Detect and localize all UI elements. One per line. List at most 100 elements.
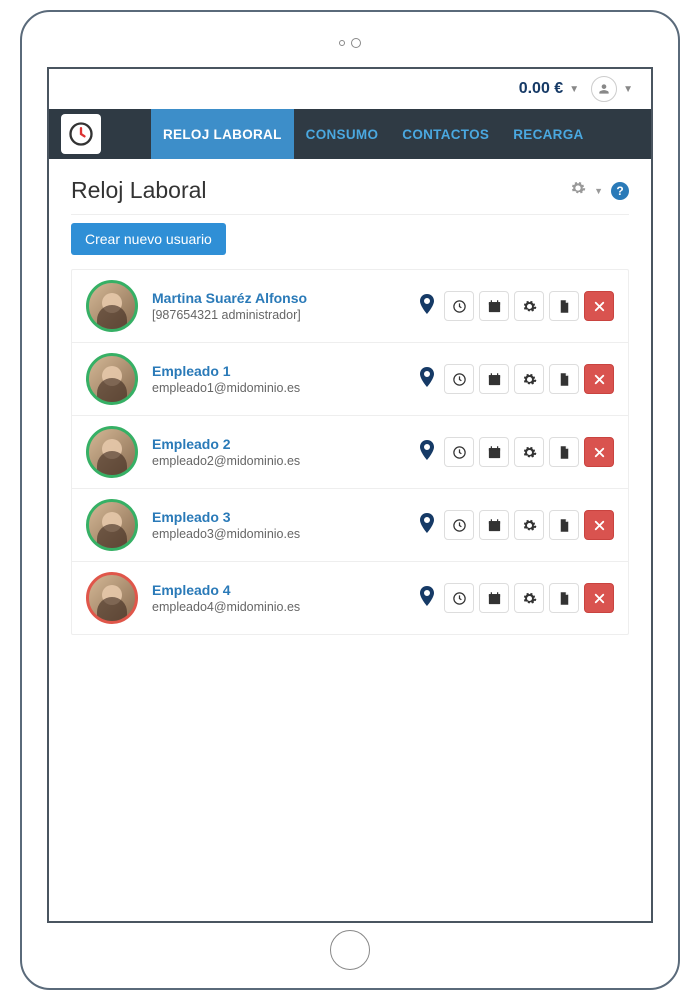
location-button[interactable] [415,363,439,396]
delete-button[interactable] [584,291,614,321]
tablet-camera [339,38,361,48]
clock-icon [452,299,467,314]
gear-icon [522,372,537,387]
gear-icon [522,445,537,460]
settings-button[interactable] [514,437,544,467]
row-actions [415,363,614,396]
user-row: Empleado 2 empleado2@midominio.es [72,416,628,489]
calendar-button[interactable] [479,364,509,394]
clock-logo-icon [67,120,95,148]
page-settings-button[interactable] [570,180,586,201]
avatar[interactable] [86,572,138,624]
document-icon [557,518,572,533]
user-caret-icon[interactable]: ▼ [623,84,633,95]
location-button[interactable] [415,582,439,615]
delete-button[interactable] [584,364,614,394]
tablet-frame: 0.00 € ▼ ▼ RELOJ LABORAL CONSUMO CONTACT… [20,10,680,990]
user-icon [597,82,611,96]
document-button[interactable] [549,583,579,613]
user-sub: empleado3@midominio.es [152,527,401,541]
user-row: Empleado 1 empleado1@midominio.es [72,343,628,416]
user-info: Empleado 4 empleado4@midominio.es [152,582,401,614]
location-pin-icon [415,582,439,610]
settings-button[interactable] [514,364,544,394]
user-name[interactable]: Empleado 3 [152,509,401,525]
avatar[interactable] [86,426,138,478]
clock-icon [452,518,467,533]
tablet-home-button[interactable] [330,930,370,970]
user-name[interactable]: Martina Suaréz Alfonso [152,290,401,306]
settings-button[interactable] [514,510,544,540]
user-name[interactable]: Empleado 4 [152,582,401,598]
delete-button[interactable] [584,510,614,540]
location-button[interactable] [415,290,439,323]
user-name[interactable]: Empleado 2 [152,436,401,452]
row-actions [415,582,614,615]
user-list: Martina Suaréz Alfonso [987654321 admini… [71,269,629,635]
document-button[interactable] [549,437,579,467]
user-row: Empleado 3 empleado3@midominio.es [72,489,628,562]
row-actions [415,290,614,323]
settings-caret-icon[interactable]: ▼ [594,186,603,196]
close-icon [592,445,607,460]
history-button[interactable] [444,437,474,467]
calendar-icon [487,299,502,314]
row-actions [415,436,614,469]
gear-icon [522,518,537,533]
avatar[interactable] [86,280,138,332]
delete-button[interactable] [584,583,614,613]
document-button[interactable] [549,364,579,394]
clock-icon [452,372,467,387]
avatar[interactable] [86,353,138,405]
calendar-button[interactable] [479,510,509,540]
user-name[interactable]: Empleado 1 [152,363,401,379]
location-pin-icon [415,436,439,464]
location-button[interactable] [415,509,439,542]
document-button[interactable] [549,291,579,321]
location-pin-icon [415,290,439,318]
calendar-button[interactable] [479,437,509,467]
document-button[interactable] [549,510,579,540]
app-logo[interactable] [61,114,101,154]
user-info: Empleado 3 empleado3@midominio.es [152,509,401,541]
user-menu[interactable] [591,76,617,102]
close-icon [592,518,607,533]
help-button[interactable]: ? [611,182,629,200]
document-icon [557,445,572,460]
avatar[interactable] [86,499,138,551]
history-button[interactable] [444,291,474,321]
calendar-button[interactable] [479,583,509,613]
location-pin-icon [415,509,439,537]
location-button[interactable] [415,436,439,469]
close-icon [592,591,607,606]
calendar-button[interactable] [479,291,509,321]
calendar-icon [487,445,502,460]
nav-tab-recarga[interactable]: RECARGA [501,109,595,159]
balance-amount: 0.00 € [519,80,563,98]
gear-icon [570,180,586,196]
main-nav: RELOJ LABORAL CONSUMO CONTACTOS RECARGA [49,109,651,159]
document-icon [557,372,572,387]
user-sub: empleado2@midominio.es [152,454,401,468]
user-sub: empleado1@midominio.es [152,381,401,395]
gear-icon [522,591,537,606]
history-button[interactable] [444,364,474,394]
calendar-icon [487,591,502,606]
document-icon [557,299,572,314]
settings-button[interactable] [514,583,544,613]
close-icon [592,372,607,387]
settings-button[interactable] [514,291,544,321]
history-button[interactable] [444,583,474,613]
main-content: Reloj Laboral ▼ ? Crear nuevo usuario Ma… [49,159,651,653]
user-row: Empleado 4 empleado4@midominio.es [72,562,628,634]
history-button[interactable] [444,510,474,540]
gear-icon [522,299,537,314]
nav-tab-reloj-laboral[interactable]: RELOJ LABORAL [151,109,294,159]
user-info: Empleado 2 empleado2@midominio.es [152,436,401,468]
balance-caret-icon[interactable]: ▼ [569,84,579,95]
create-user-button[interactable]: Crear nuevo usuario [71,223,226,255]
clock-icon [452,445,467,460]
nav-tab-consumo[interactable]: CONSUMO [294,109,391,159]
delete-button[interactable] [584,437,614,467]
nav-tab-contactos[interactable]: CONTACTOS [390,109,501,159]
